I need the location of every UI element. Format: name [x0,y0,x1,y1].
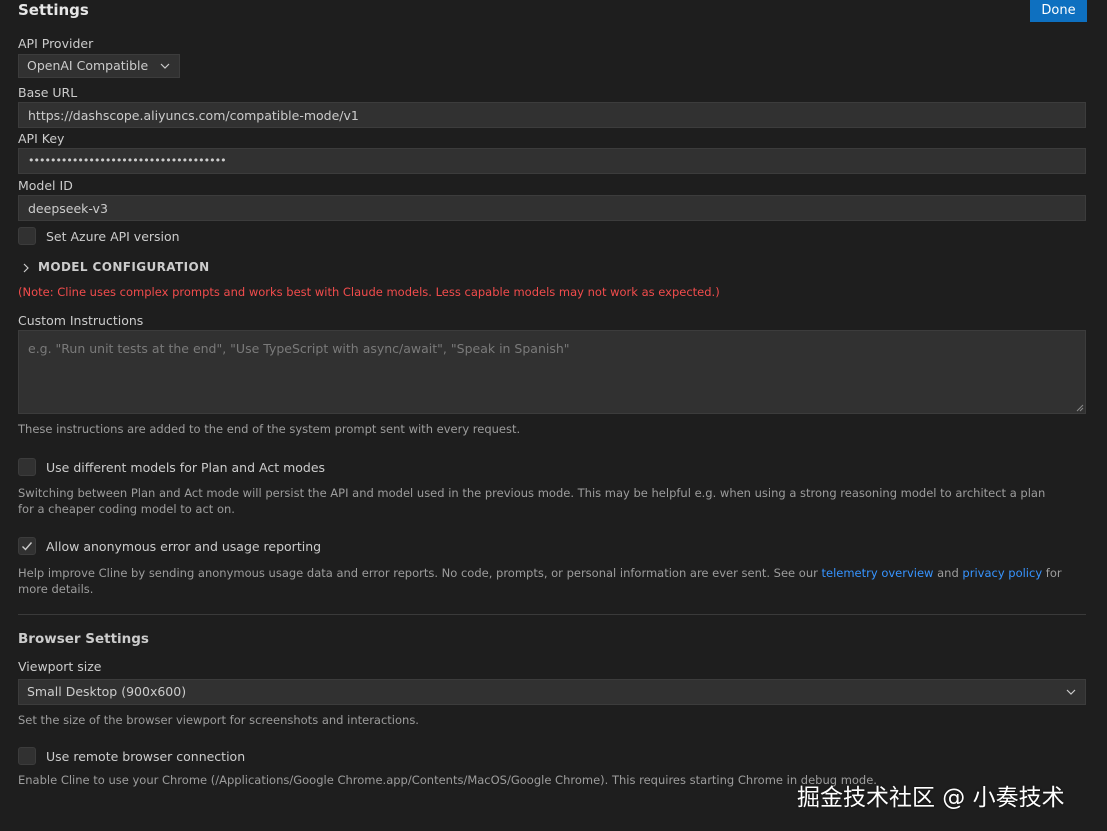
custom-instructions-description: These instructions are added to the end … [18,422,521,436]
viewport-size-description: Set the size of the browser viewport for… [18,713,419,727]
remote-browser-checkbox[interactable] [18,747,36,765]
check-icon [22,542,33,551]
custom-instructions-textarea[interactable] [18,330,1086,414]
browser-settings-title: Browser Settings [18,631,149,647]
model-id-input[interactable] [18,195,1086,221]
custom-instructions-label: Custom Instructions [18,313,144,328]
api-provider-dropdown[interactable]: OpenAI Compatible [18,54,180,78]
azure-version-label: Set Azure API version [46,229,180,244]
viewport-size-dropdown[interactable]: Small Desktop (900x600) [18,679,1086,705]
telemetry-overview-link[interactable]: telemetry overview [822,566,934,580]
section-divider [18,614,1086,615]
settings-panel: Settings Done API Provider OpenAI Compat… [18,0,1087,831]
watermark: 掘金技术社区 @ 小奏技术 [797,785,1065,811]
model-id-label: Model ID [18,178,73,193]
telemetry-label: Allow anonymous error and usage reportin… [46,539,322,554]
api-key-label: API Key [18,131,65,146]
telemetry-checkbox[interactable] [18,537,36,555]
privacy-policy-link[interactable]: privacy policy [962,566,1042,580]
base-url-input[interactable] [18,102,1086,128]
telemetry-desc-mid: and [933,566,963,580]
model-warning-note: (Note: Cline uses complex prompts and wo… [18,285,720,299]
chevron-right-icon [23,263,29,273]
viewport-size-value: Small Desktop (900x600) [27,684,187,699]
chevron-down-icon [1066,689,1076,695]
remote-browser-label: Use remote browser connection [46,749,246,764]
plan-act-description: Switching between Plan and Act mode will… [18,486,1046,516]
resize-grip-icon[interactable] [1076,404,1084,412]
chevron-down-icon [160,63,170,69]
telemetry-description: Help improve Cline by sending anonymous … [18,566,1078,597]
page-title: Settings [18,1,89,19]
telemetry-desc-text: Help improve Cline by sending anonymous … [18,566,822,580]
api-provider-label: API Provider [18,36,94,51]
plan-act-checkbox[interactable] [18,458,36,476]
azure-version-checkbox[interactable] [18,227,36,245]
model-configuration-label: MODEL CONFIGURATION [38,260,210,274]
api-provider-value: OpenAI Compatible [27,58,149,73]
viewport-size-label: Viewport size [18,659,102,674]
base-url-label: Base URL [18,85,78,100]
api-key-input[interactable]: •••••••••••••••••••••••••••••••••••• [18,148,1086,174]
plan-act-label: Use different models for Plan and Act mo… [46,460,326,475]
done-button[interactable]: Done [1030,0,1087,22]
